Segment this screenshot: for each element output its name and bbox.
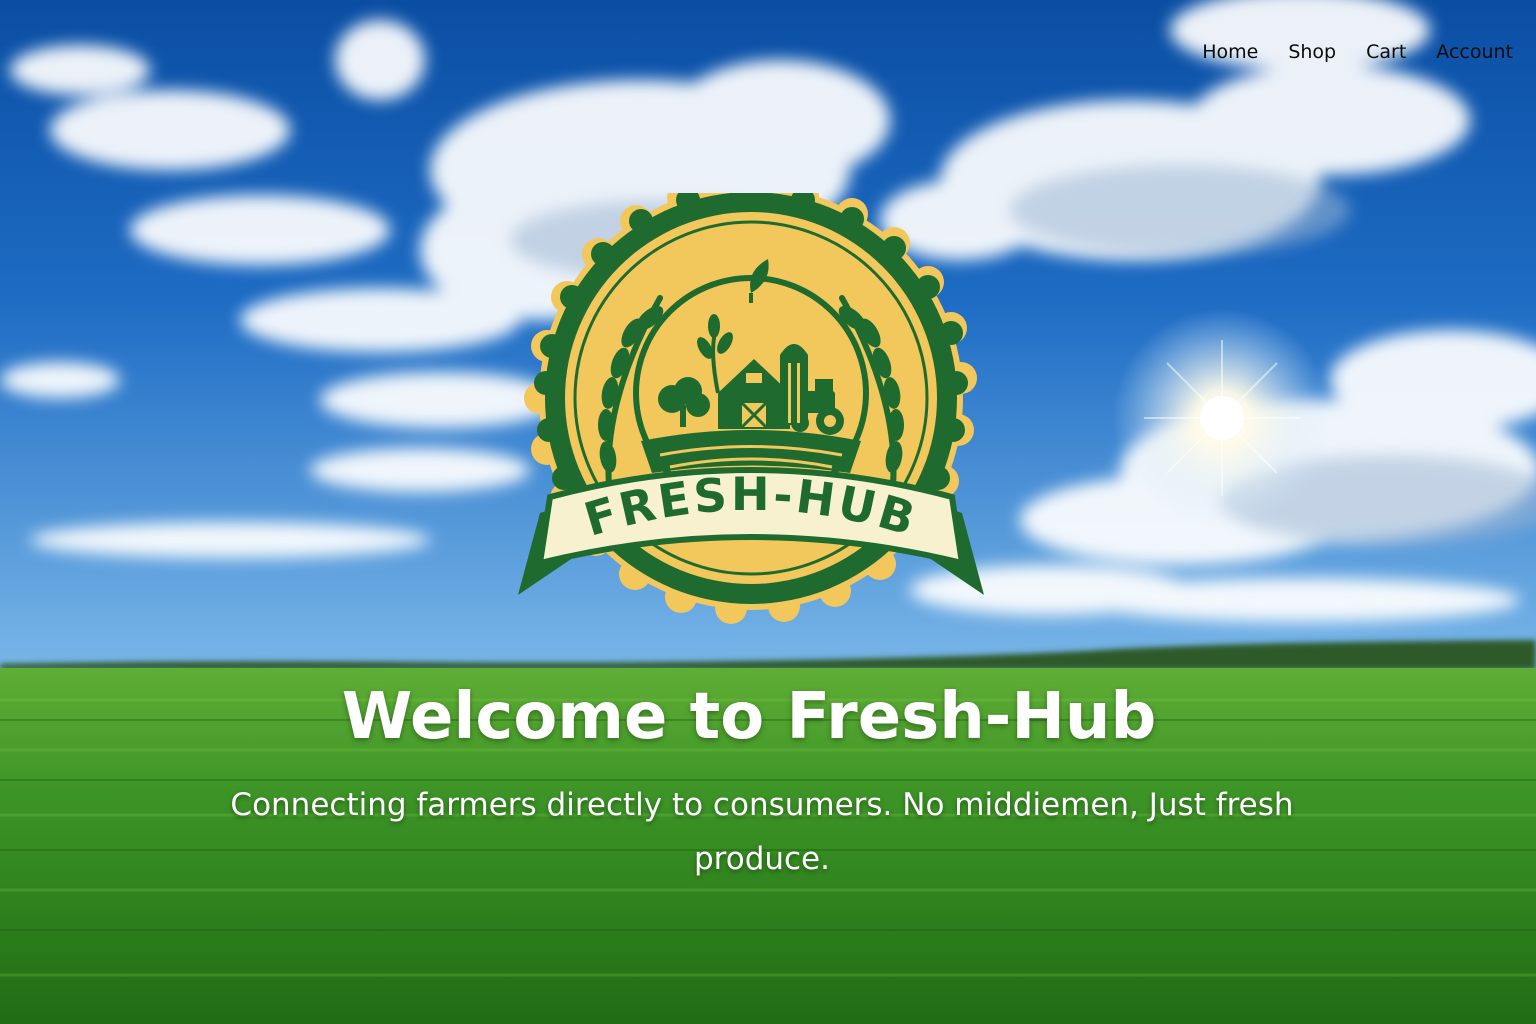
hero-section: Home Shop Cart Account FRESH-HUB Welcome… xyxy=(0,0,1536,1024)
nav-link-cart[interactable]: Cart xyxy=(1351,36,1421,68)
fresh-hub-logo-badge: FRESH-HUB xyxy=(518,193,984,624)
hero-tagline: Connecting farmers directly to consumers… xyxy=(230,787,1294,877)
hero-headline: Welcome to Fresh-Hub xyxy=(341,680,1157,754)
nav-link-shop[interactable]: Shop xyxy=(1273,36,1351,68)
top-navigation: Home Shop Cart Account xyxy=(1187,36,1528,68)
nav-link-account[interactable]: Account xyxy=(1421,36,1528,68)
nav-link-home[interactable]: Home xyxy=(1187,36,1273,68)
